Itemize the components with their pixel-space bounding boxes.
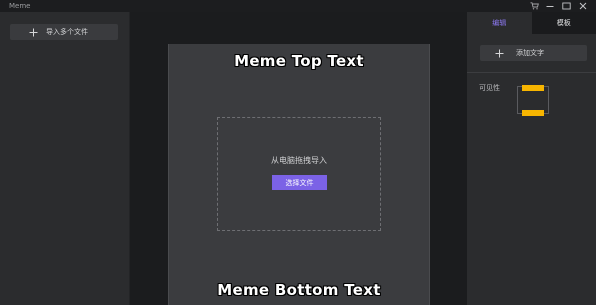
meme-bottom-text[interactable]: Meme Bottom Text bbox=[169, 281, 429, 299]
panel-tabs: 编辑 模板 bbox=[467, 12, 596, 34]
tab-edit[interactable]: 编辑 bbox=[467, 12, 532, 34]
visibility-label: 可见性 bbox=[479, 84, 500, 92]
add-text-label: 添加文字 bbox=[516, 49, 544, 57]
tab-templates[interactable]: 模板 bbox=[531, 12, 596, 34]
divider bbox=[467, 72, 596, 73]
visibility-bottom-bar[interactable] bbox=[522, 110, 544, 116]
plus-icon bbox=[24, 28, 42, 37]
minimize-icon[interactable] bbox=[542, 0, 558, 12]
meme-top-text[interactable]: Meme Top Text bbox=[169, 52, 429, 70]
add-text-button[interactable]: 添加文字 bbox=[480, 45, 587, 61]
visibility-toggle[interactable] bbox=[517, 85, 549, 116]
plus-icon bbox=[490, 49, 508, 58]
cart-icon[interactable] bbox=[526, 0, 542, 12]
app-title: Meme bbox=[9, 2, 31, 10]
properties-panel: 编辑 模板 添加文字 可见性 bbox=[467, 12, 596, 305]
canvas-area: Meme Top Text 从电脑拖拽导入 选择文件 Meme Bottom T… bbox=[130, 12, 467, 305]
close-icon[interactable] bbox=[575, 0, 591, 12]
import-files-label: 导入多个文件 bbox=[46, 28, 88, 36]
file-drop-zone[interactable]: 从电脑拖拽导入 选择文件 bbox=[217, 117, 381, 231]
choose-file-button[interactable]: 选择文件 bbox=[272, 175, 327, 190]
maximize-icon[interactable] bbox=[558, 0, 574, 12]
drop-hint-text: 从电脑拖拽导入 bbox=[271, 156, 327, 165]
import-files-button[interactable]: 导入多个文件 bbox=[10, 24, 118, 40]
meme-preview: Meme Top Text 从电脑拖拽导入 选择文件 Meme Bottom T… bbox=[168, 44, 430, 305]
file-list-panel: 导入多个文件 bbox=[0, 12, 130, 305]
visibility-top-bar[interactable] bbox=[522, 85, 544, 91]
title-bar: Meme bbox=[0, 0, 596, 12]
